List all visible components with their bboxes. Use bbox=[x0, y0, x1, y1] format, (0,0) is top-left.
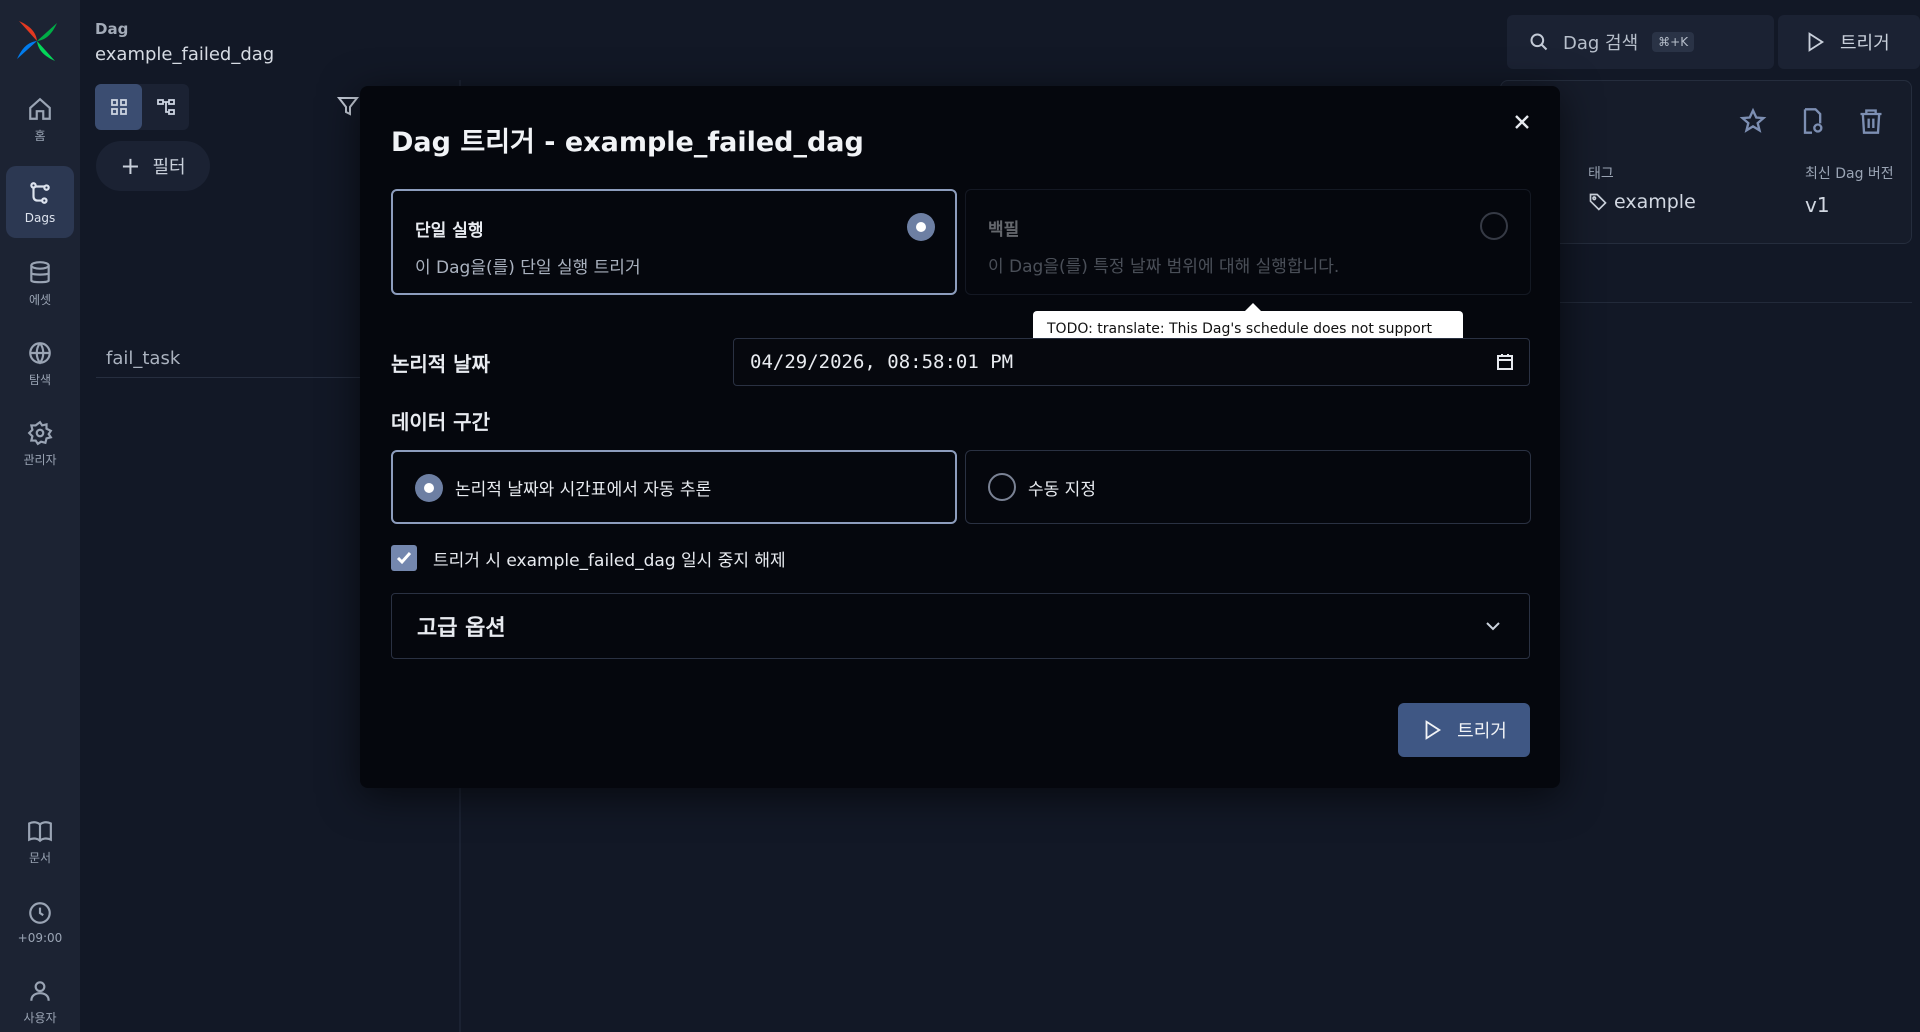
interval-auto-label: 논리적 날짜와 시간표에서 자동 추론 bbox=[455, 479, 712, 500]
interval-manual-option[interactable]: 수동 지정 bbox=[965, 450, 1531, 524]
play-icon bbox=[1425, 720, 1442, 740]
unpause-label: 트리거 시 example_failed_dag 일시 중지 해제 bbox=[433, 550, 786, 571]
grid-view-button[interactable] bbox=[95, 84, 142, 130]
header-trigger-label: 트리거 bbox=[1840, 33, 1890, 54]
interval-auto-radio[interactable] bbox=[415, 474, 443, 502]
home-icon bbox=[29, 97, 51, 120]
version-label: 최신 Dag 버전 bbox=[1805, 166, 1894, 182]
interval-manual-label: 수동 지정 bbox=[1028, 479, 1096, 500]
backfill-desc: 이 Dag을(를) 특정 날짜 범위에 대해 실행합니다. bbox=[988, 257, 1340, 277]
calendar-icon[interactable] bbox=[1495, 352, 1515, 372]
search-shortcut: ⌘+K bbox=[1652, 32, 1695, 52]
modal-title: Dag 트리거 - example_failed_dag bbox=[391, 127, 864, 158]
tag-text: example bbox=[1614, 191, 1696, 213]
trash-icon[interactable] bbox=[1857, 107, 1885, 135]
dag-details-card: 태그 example 최신 Dag 버전 v1 bbox=[1500, 80, 1912, 244]
data-interval-label: 데이터 구간 bbox=[391, 410, 490, 434]
view-toggle bbox=[95, 84, 189, 130]
filter-label: 필터 bbox=[152, 157, 186, 178]
filter-button[interactable]: + 필터 bbox=[96, 141, 210, 191]
play-icon bbox=[1808, 32, 1825, 52]
nav-timezone-label: +09:00 bbox=[17, 930, 63, 945]
tag-icon bbox=[1589, 193, 1607, 211]
dag-search[interactable]: Dag 검색 ⌘+K bbox=[1507, 15, 1774, 69]
single-run-title: 단일 실행 bbox=[415, 221, 484, 241]
tab-divider bbox=[1560, 302, 1912, 303]
star-icon[interactable] bbox=[1739, 107, 1767, 135]
advanced-options-accordion[interactable]: 고급 옵션 bbox=[391, 593, 1530, 659]
nav-docs-label: 문서 bbox=[28, 851, 52, 865]
breadcrumb-dag[interactable]: example_failed_dag bbox=[95, 44, 274, 65]
chevron-down-icon bbox=[1486, 622, 1500, 631]
nav-dags[interactable]: Dags bbox=[6, 166, 74, 238]
advanced-options-label: 고급 옵션 bbox=[417, 616, 506, 641]
backfill-radio bbox=[1480, 212, 1508, 240]
header-trigger-button[interactable]: 트리거 bbox=[1778, 15, 1920, 69]
trigger-modal: Dag 트리거 - example_failed_dag 단일 실행 이 Dag… bbox=[360, 86, 1560, 788]
logical-date-label: 논리적 날짜 bbox=[391, 352, 490, 376]
interval-manual-radio[interactable] bbox=[988, 473, 1016, 501]
graph-view-button[interactable] bbox=[142, 84, 189, 130]
nav-home[interactable]: 홈 bbox=[6, 84, 74, 156]
user-icon bbox=[30, 981, 50, 1001]
gear-icon bbox=[27, 420, 53, 446]
logical-date-input[interactable]: 04/29/2026, 08:58:01 PM bbox=[733, 338, 1530, 386]
version-value: v1 bbox=[1805, 193, 1830, 217]
reparse-icon[interactable] bbox=[1798, 107, 1826, 135]
logical-date-value: 04/29/2026, 08:58:01 PM bbox=[750, 351, 1014, 373]
unpause-row: 트리거 시 example_failed_dag 일시 중지 해제 bbox=[391, 545, 786, 571]
check-icon bbox=[396, 552, 412, 565]
nav-dags-label: Dags bbox=[24, 210, 56, 225]
breadcrumb-section[interactable]: Dag bbox=[95, 20, 128, 38]
clock-icon bbox=[29, 901, 51, 924]
graph-icon bbox=[156, 99, 175, 115]
task-row[interactable]: fail_task bbox=[96, 348, 386, 378]
search-icon bbox=[1530, 33, 1548, 51]
nav-admin[interactable]: 관리자 bbox=[6, 408, 74, 480]
book-icon bbox=[28, 821, 52, 843]
nav-timezone[interactable]: +09:00 bbox=[6, 886, 74, 958]
nav-assets-label: 에셋 bbox=[28, 293, 52, 307]
nav-assets[interactable]: 에셋 bbox=[6, 248, 74, 320]
nav-user[interactable]: 사용자 bbox=[6, 966, 74, 1032]
nav-browse[interactable]: 탐색 bbox=[6, 328, 74, 400]
backfill-title: 백필 bbox=[988, 220, 1020, 240]
backfill-option: 백필 이 Dag을(를) 특정 날짜 범위에 대해 실행합니다. bbox=[965, 189, 1531, 295]
unpause-checkbox[interactable] bbox=[391, 545, 417, 571]
nav-docs[interactable]: 문서 bbox=[6, 806, 74, 878]
tag-label: 태그 bbox=[1588, 166, 1614, 182]
nav-admin-label: 관리자 bbox=[23, 453, 57, 467]
close-icon bbox=[1515, 115, 1529, 129]
single-run-option[interactable]: 단일 실행 이 Dag을(를) 단일 실행 트리거 bbox=[391, 189, 957, 295]
globe-icon bbox=[29, 342, 51, 365]
trigger-submit-label: 트리거 bbox=[1457, 721, 1507, 742]
nav-browse-label: 탐색 bbox=[28, 373, 52, 387]
search-placeholder: Dag 검색 bbox=[1563, 33, 1639, 54]
plus-icon: + bbox=[120, 152, 141, 180]
database-icon bbox=[30, 261, 50, 284]
nav-home-label: 홈 bbox=[34, 129, 46, 143]
nav-user-label: 사용자 bbox=[23, 1011, 57, 1025]
sidebar: 홈 Dags 에셋 탐색 관리자 문서 +09:00 사용자 bbox=[0, 0, 80, 1032]
single-run-radio[interactable] bbox=[907, 213, 935, 241]
trigger-submit-button[interactable]: 트리거 bbox=[1398, 703, 1530, 757]
interval-auto-option[interactable]: 논리적 날짜와 시간표에서 자동 추론 bbox=[391, 450, 957, 524]
single-run-desc: 이 Dag을(를) 단일 실행 트리거 bbox=[415, 258, 641, 278]
airflow-logo-icon[interactable] bbox=[14, 18, 60, 64]
tag-value[interactable]: example bbox=[1588, 191, 1696, 213]
close-button[interactable] bbox=[1508, 108, 1536, 136]
dag-icon bbox=[30, 181, 50, 204]
grid-icon bbox=[110, 99, 127, 115]
filter-icon[interactable] bbox=[336, 94, 360, 118]
